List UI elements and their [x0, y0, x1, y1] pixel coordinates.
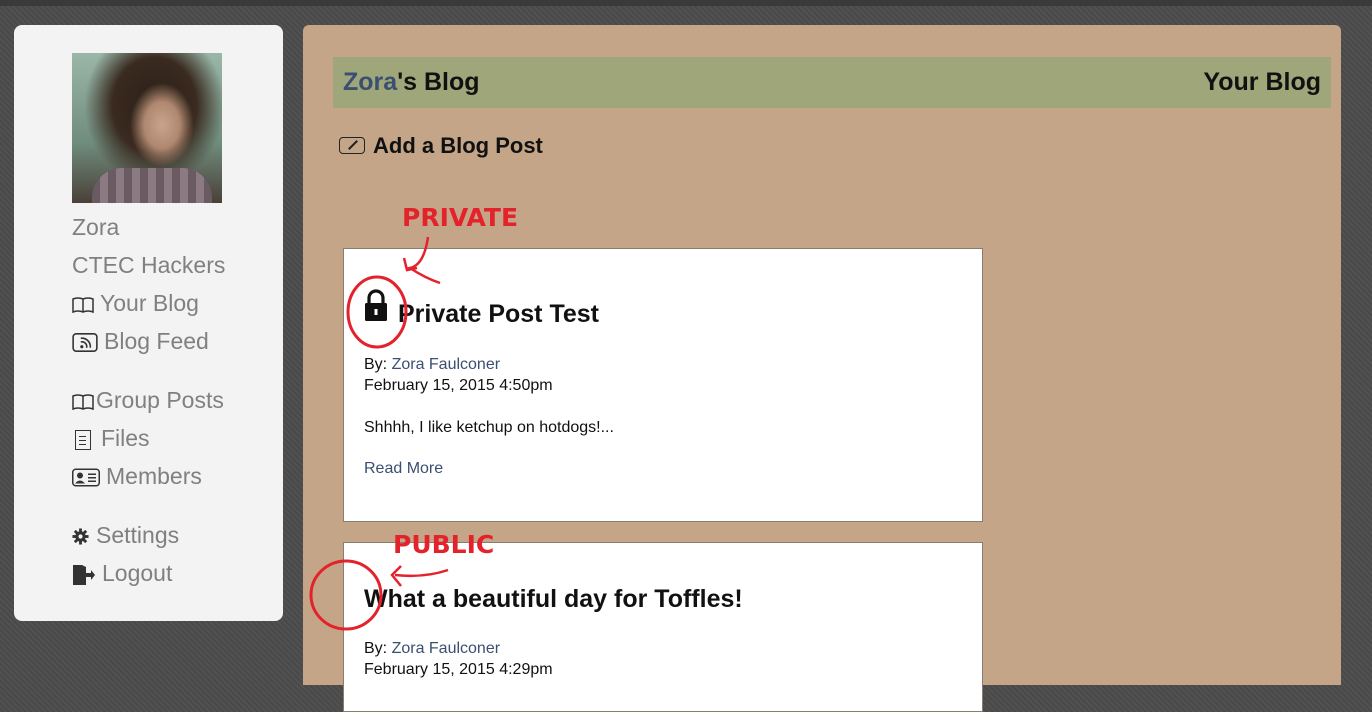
post-date: February 15, 2015 4:50pm [364, 377, 553, 394]
rss-icon [72, 333, 98, 353]
sidebar: Zora CTEC Hackers Your Blog Blog Feed Gr… [14, 25, 283, 621]
logout-icon [73, 564, 95, 585]
post-title[interactable]: Private Post Test [398, 300, 599, 329]
sidebar-item-label: Blog Feed [104, 328, 209, 354]
sidebar-item-your-blog[interactable]: Your Blog [72, 288, 199, 318]
book-icon [72, 394, 94, 410]
public-annotation-label: PUBLIC [393, 530, 495, 559]
sidebar-item-label: Logout [102, 560, 173, 586]
post-meta: By: Zora Faulconer February 15, 2015 4:2… [364, 638, 553, 680]
top-bar [0, 0, 1372, 6]
sidebar-item-label: Your Blog [100, 290, 199, 316]
gear-icon [72, 528, 89, 545]
avatar[interactable] [72, 53, 222, 203]
post-author-link[interactable]: Zora Faulconer [392, 640, 501, 657]
post-meta: By: Zora Faulconer February 15, 2015 4:5… [364, 354, 553, 396]
sidebar-username[interactable]: Zora [72, 212, 119, 242]
book-icon [72, 297, 94, 313]
page-title-suffix: 's Blog [397, 68, 480, 96]
sidebar-item-files[interactable]: Files [72, 423, 150, 453]
add-blog-post-button[interactable]: Add a Blog Post [339, 131, 543, 161]
sidebar-group-name[interactable]: CTEC Hackers [72, 250, 225, 280]
contact-card-icon [72, 468, 100, 487]
post-date: February 15, 2015 4:29pm [364, 661, 553, 678]
page-title: Zora's Blog [343, 57, 480, 108]
private-annotation-label: PRIVATE [402, 203, 519, 232]
blog-post-card: Private Post Test By: Zora Faulconer Feb… [343, 248, 983, 522]
sidebar-item-label: Files [101, 425, 150, 451]
post-excerpt: Shhhh, I like ketchup on hotdogs!... [364, 419, 614, 436]
post-author-link[interactable]: Zora Faulconer [392, 356, 501, 373]
sidebar-item-settings[interactable]: Settings [72, 520, 179, 550]
edit-icon [339, 136, 365, 154]
main-panel: Zora's Blog Your Blog Add a Blog Post Pr… [303, 25, 1341, 712]
post-by-label: By: [364, 356, 392, 373]
post-by-label: By: [364, 640, 392, 657]
file-icon [75, 429, 91, 450]
sidebar-item-label: Group Posts [96, 387, 224, 413]
sidebar-item-label: Settings [96, 522, 180, 548]
add-blog-post-label: Add a Blog Post [373, 133, 543, 158]
blog-post-card: What a beautiful day for Toffles! By: Zo… [343, 542, 983, 712]
your-blog-heading: Your Blog [1203, 68, 1321, 96]
sidebar-item-group-posts[interactable]: Group Posts [72, 385, 224, 415]
sidebar-item-blog-feed[interactable]: Blog Feed [72, 326, 209, 356]
read-more-link[interactable]: Read More [364, 460, 443, 478]
avatar-armor [92, 168, 212, 203]
sidebar-item-members[interactable]: Members [72, 461, 202, 491]
sidebar-item-label: Members [106, 463, 202, 489]
lock-icon [365, 289, 387, 321]
blog-owner-link[interactable]: Zora [343, 68, 397, 96]
post-title[interactable]: What a beautiful day for Toffles! [364, 585, 743, 614]
blog-header: Zora's Blog Your Blog [333, 57, 1331, 108]
sidebar-item-logout[interactable]: Logout [72, 558, 172, 588]
